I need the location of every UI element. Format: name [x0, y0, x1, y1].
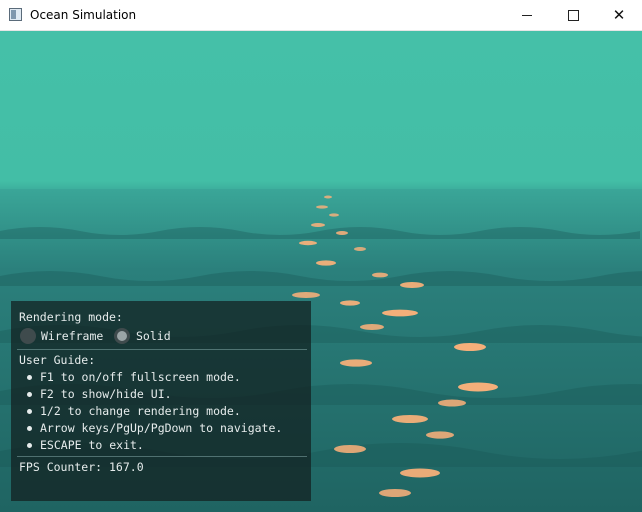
rendering-mode-label: Rendering mode: — [19, 310, 123, 324]
maximize-button[interactable] — [550, 0, 596, 30]
fps-counter: FPS Counter: 167.0 — [19, 460, 144, 474]
wireframe-radio-label[interactable]: Wireframe — [41, 329, 103, 343]
window-titlebar[interactable]: Ocean Simulation ✕ — [0, 0, 642, 31]
minimize-button[interactable] — [504, 0, 550, 30]
guide-item: 1/2 to change rendering mode. — [40, 404, 241, 418]
app-icon — [9, 8, 22, 21]
guide-item: ESCAPE to exit. — [40, 438, 144, 452]
imgui-panel: Rendering mode: Wireframe Solid User Gui… — [11, 301, 311, 501]
window-title: Ocean Simulation — [30, 8, 137, 22]
close-icon: ✕ — [612, 5, 626, 24]
separator — [17, 456, 307, 457]
user-guide-label: User Guide: — [19, 353, 96, 367]
bullet-icon — [27, 443, 32, 448]
solid-radio[interactable] — [114, 328, 130, 344]
bullet-icon — [27, 392, 32, 397]
guide-item: F2 to show/hide UI. — [40, 387, 172, 401]
ocean-viewport[interactable]: Rendering mode: Wireframe Solid User Gui… — [0, 31, 642, 512]
bullet-icon — [27, 409, 32, 414]
guide-item: F1 to on/off fullscreen mode. — [40, 370, 241, 384]
close-button[interactable]: ✕ — [596, 0, 642, 30]
separator — [17, 349, 307, 350]
bullet-icon — [27, 375, 32, 380]
maximize-icon — [567, 9, 579, 21]
wireframe-radio[interactable] — [20, 328, 36, 344]
guide-item: Arrow keys/PgUp/PgDown to navigate. — [40, 421, 283, 435]
minimize-icon — [522, 14, 532, 16]
bullet-icon — [27, 426, 32, 431]
solid-radio-label[interactable]: Solid — [136, 329, 171, 343]
